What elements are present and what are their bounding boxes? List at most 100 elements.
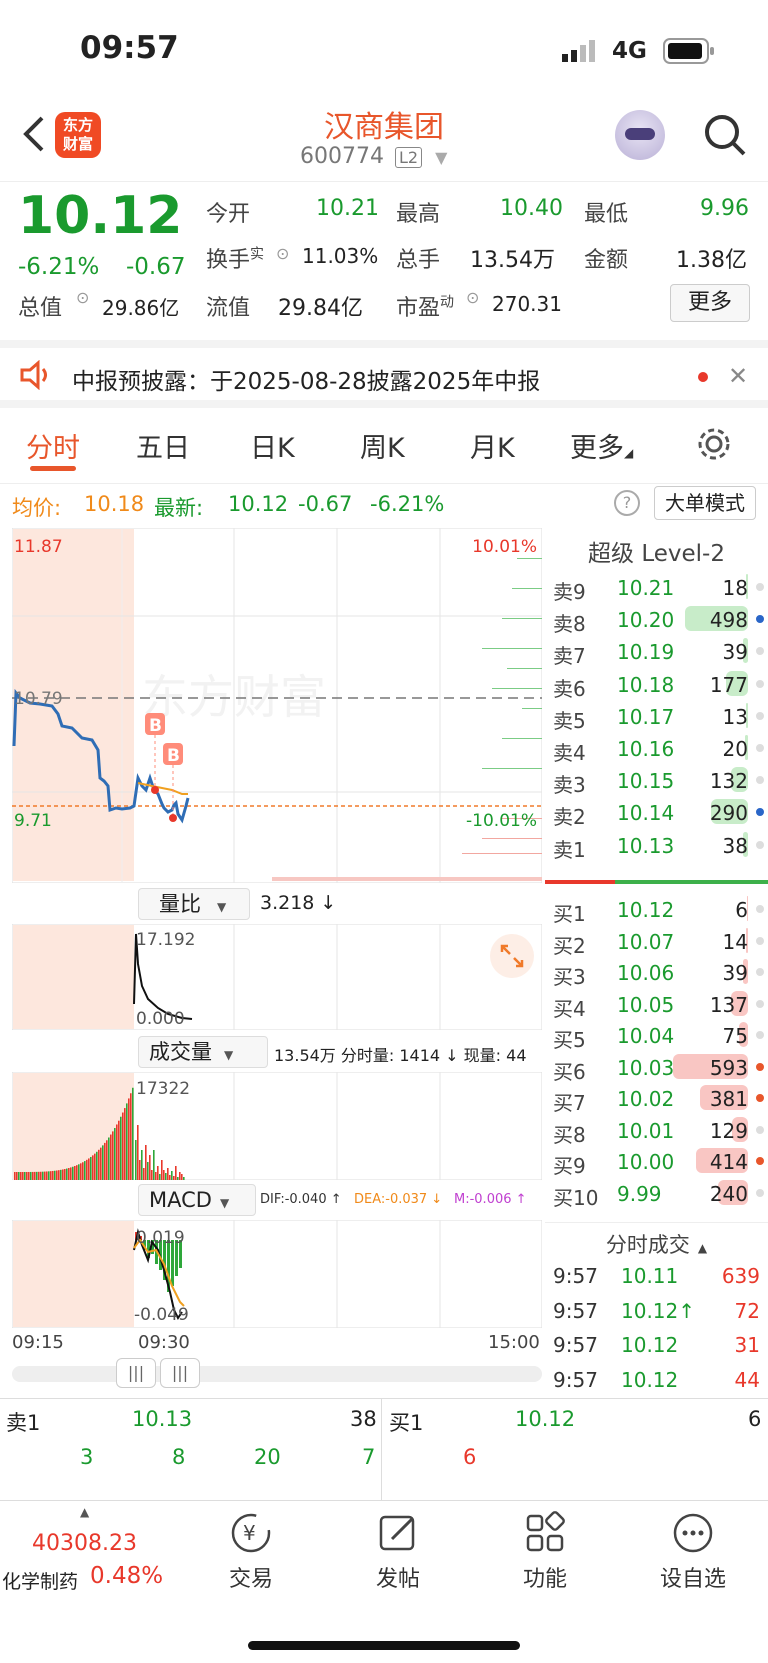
tick-row: 9:57 10.11 639 bbox=[545, 1258, 768, 1294]
volume-bar bbox=[137, 1125, 139, 1180]
intraday-chart[interactable]: 东方财富 B B 11.87 9.71 10.79 10.01% -10.01% bbox=[12, 528, 542, 883]
volume-info: 13.54万 分时量: 1414 ↓ 现量: 44 bbox=[274, 1046, 527, 1065]
svg-text:¥: ¥ bbox=[243, 1521, 256, 1545]
order-level-label: 卖9 bbox=[553, 580, 586, 604]
more-button[interactable]: 更多 bbox=[670, 284, 750, 322]
gear-icon[interactable] bbox=[696, 426, 732, 466]
volume-bar bbox=[24, 1171, 26, 1180]
bid-row[interactable]: 买8 10.01 129 bbox=[545, 1113, 768, 1147]
level2-panel: 超级 Level-2 卖9 10.21 18 卖8 10.20 498 卖7 10.19 39 卖… bbox=[545, 528, 768, 1392]
min-price-label: 9.71 bbox=[14, 811, 52, 831]
ask-row[interactable]: 卖7 10.19 39 bbox=[545, 634, 768, 668]
info-icon[interactable]: ⊙ bbox=[76, 288, 89, 307]
volume-bar bbox=[26, 1171, 28, 1180]
volume-bar bbox=[74, 1165, 76, 1180]
tab-intraday[interactable]: 分时 bbox=[26, 426, 80, 465]
ask-row[interactable]: 卖4 10.16 20 bbox=[545, 731, 768, 765]
help-icon[interactable]: ? bbox=[614, 490, 640, 516]
close-icon[interactable]: ✕ bbox=[728, 362, 748, 390]
level2-title: 超级 Level-2 bbox=[588, 541, 725, 567]
expand-icon[interactable] bbox=[490, 934, 534, 978]
info-icon[interactable]: ⊙ bbox=[276, 244, 289, 263]
signal-icon bbox=[560, 40, 600, 68]
order-price: 10.16 bbox=[617, 737, 675, 761]
bid-row[interactable]: 买7 10.02 381 bbox=[545, 1081, 768, 1115]
stock-header: 东方财富 汉商集团 600774 L2 ▼ bbox=[0, 100, 768, 182]
nav-trade[interactable]: ¥ 交易 bbox=[196, 1511, 306, 1593]
nav-watchlist[interactable]: 设自选 bbox=[638, 1511, 748, 1593]
last-price: 10.12 bbox=[18, 186, 183, 246]
volume-bar bbox=[54, 1170, 56, 1180]
robot-assistant-icon[interactable] bbox=[615, 110, 665, 160]
ticks-title[interactable]: 分时成交 ▲ bbox=[545, 1222, 768, 1259]
tab-5day[interactable]: 五日 bbox=[136, 426, 190, 465]
ask-row[interactable]: 卖3 10.15 132 bbox=[545, 763, 768, 797]
tab-weekly[interactable]: 周K bbox=[360, 426, 405, 465]
vr-max-label: 17.192 bbox=[136, 930, 195, 950]
ask-row[interactable]: 卖9 10.21 18 bbox=[545, 570, 768, 604]
edit-icon bbox=[379, 1515, 415, 1551]
volume-bar bbox=[60, 1169, 62, 1180]
order-price: 10.13 bbox=[617, 833, 675, 858]
volume-bar bbox=[130, 1093, 132, 1180]
volume-ratio-selector[interactable]: 量比 ▼ bbox=[138, 888, 250, 920]
notice-bar[interactable]: 中报预披露：于2025-08-28披露2025年中报 ✕ bbox=[0, 340, 768, 408]
chart-scrollbar[interactable]: ||| ||| bbox=[12, 1358, 542, 1388]
scroll-handle-left[interactable]: ||| bbox=[116, 1358, 156, 1388]
bid-row[interactable]: 买4 10.05 137 bbox=[545, 987, 768, 1021]
stock-code-row[interactable]: 600774 L2 ▼ bbox=[300, 144, 470, 169]
order-level-label: 卖8 bbox=[553, 612, 586, 637]
volume-bar bbox=[20, 1171, 22, 1180]
tab-monthly[interactable]: 月K bbox=[470, 426, 515, 465]
bid-row[interactable]: 买3 10.06 39 bbox=[545, 955, 768, 989]
nav-functions[interactable]: 功能 bbox=[490, 1511, 600, 1593]
nav-post[interactable]: 发帖 bbox=[343, 1511, 453, 1593]
order-volume: 414 bbox=[709, 1150, 748, 1174]
bid-queue: 买1 10.12 6 6 bbox=[383, 1399, 768, 1501]
info-icon[interactable]: ⊙ bbox=[466, 288, 479, 307]
search-icon[interactable] bbox=[702, 112, 748, 162]
tab-daily[interactable]: 日K bbox=[250, 426, 295, 465]
grid-icon bbox=[526, 1511, 565, 1552]
bid-row[interactable]: 买6 10.03 593 bbox=[545, 1050, 768, 1084]
volume-bar bbox=[110, 1134, 112, 1180]
volume-bar bbox=[104, 1142, 106, 1180]
watermark: 东方财富 bbox=[142, 670, 326, 724]
ask-row[interactable]: 卖6 10.18 177 bbox=[545, 667, 768, 701]
status-dot bbox=[756, 1031, 764, 1039]
vol-max-label: 17322 bbox=[136, 1079, 190, 1099]
bid-row[interactable]: 买10 9.99 240 bbox=[545, 1176, 768, 1210]
ask-row[interactable]: 卖1 10.13 38 bbox=[545, 828, 768, 862]
pe-label: 市盈动 bbox=[396, 294, 455, 321]
order-volume: 132 bbox=[709, 769, 748, 794]
sector-index[interactable]: ▲ 40308.23 化学制药 0.48% bbox=[0, 1505, 180, 1595]
last-label: 最新: bbox=[154, 496, 204, 520]
bid-row[interactable]: 买9 10.00 414 bbox=[545, 1144, 768, 1178]
big-order-mode-button[interactable]: 大单模式 bbox=[654, 486, 756, 520]
speaker-icon bbox=[18, 359, 54, 394]
float-label: 流值 bbox=[206, 296, 251, 321]
volume-bar bbox=[52, 1170, 54, 1180]
scroll-handle-right[interactable]: ||| bbox=[160, 1358, 200, 1388]
ask-row[interactable]: 卖5 10.17 13 bbox=[545, 699, 768, 733]
stock-code: 600774 bbox=[300, 144, 384, 169]
tab-more[interactable]: 更多◢ bbox=[570, 426, 633, 465]
status-time: 09:57 bbox=[80, 30, 179, 66]
volume-bar bbox=[14, 1172, 16, 1180]
volume-bar bbox=[143, 1168, 145, 1180]
volume-selector[interactable]: 成交量 ▼ bbox=[138, 1036, 268, 1068]
bid-row[interactable]: 买2 10.07 14 bbox=[545, 924, 768, 958]
volume-bar bbox=[32, 1171, 34, 1180]
macd-selector[interactable]: MACD ▼ bbox=[138, 1184, 256, 1216]
change-value: -0.67 bbox=[126, 254, 186, 280]
volume-bar bbox=[84, 1161, 86, 1180]
period-tabs: 分时 五日 日K 周K 月K 更多◢ bbox=[0, 408, 768, 484]
bid-row[interactable]: 买1 10.12 6 bbox=[545, 892, 768, 926]
ask-row[interactable]: 卖2 10.14 290 bbox=[545, 795, 768, 829]
queue-bid-price: 10.12 bbox=[515, 1407, 576, 1431]
max-price-label: 11.87 bbox=[14, 537, 63, 557]
ask-row[interactable]: 卖8 10.20 498 bbox=[545, 602, 768, 637]
bid-row[interactable]: 买5 10.04 75 bbox=[545, 1018, 768, 1052]
volume-bar bbox=[92, 1155, 94, 1180]
volume-bar bbox=[16, 1171, 18, 1180]
